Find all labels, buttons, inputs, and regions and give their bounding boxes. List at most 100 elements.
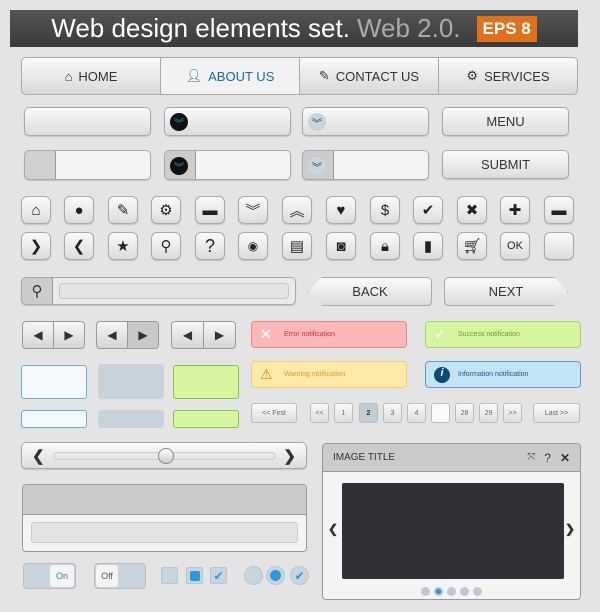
radio-checked[interactable]: ✔ — [290, 566, 309, 585]
home-icon[interactable]: ⌂ — [21, 196, 51, 224]
tab-services[interactable]: ⚙ SERVICES — [439, 58, 577, 94]
warning-notification: ⚠ Warning notification — [251, 361, 407, 388]
image-viewer-header: IMAGE TITLE ⤧ ? ✕ — [323, 444, 580, 472]
bar-chart-icon[interactable]: ▮ — [413, 232, 443, 260]
blank-button[interactable] — [24, 107, 151, 136]
double-chevron-down-icon[interactable]: ︾ — [238, 196, 268, 224]
carousel-dot[interactable] — [447, 587, 456, 596]
chevron-right-icon[interactable]: ❯ — [565, 522, 575, 536]
dropdown-dark[interactable]: ︾ — [164, 107, 291, 136]
search-icon[interactable]: ⚲ — [22, 282, 52, 300]
slider-handle[interactable] — [157, 448, 174, 464]
panel-input[interactable] — [31, 522, 298, 543]
help-icon[interactable]: ? — [544, 451, 551, 465]
chevron-left-icon[interactable]: ❮ — [32, 447, 45, 465]
dollar-icon[interactable]: $ — [370, 196, 400, 224]
user-icon: 👤︎ — [185, 68, 203, 83]
close-icon[interactable]: ✕ — [560, 451, 570, 465]
notification-text: Warning notification — [284, 371, 346, 378]
prev-arrow-button[interactable]: ◀ — [97, 322, 128, 348]
lock-icon[interactable]: 🔒︎ — [370, 232, 400, 260]
page-2-current[interactable]: 2 — [359, 403, 378, 423]
tab-about-us[interactable]: 👤︎ ABOUT US — [161, 58, 300, 94]
search-bar: ⚲ — [21, 277, 296, 305]
page-1[interactable]: 1 — [334, 403, 353, 423]
search-icon[interactable]: ⚲ — [151, 232, 181, 260]
check-icon: ✓ — [434, 326, 446, 342]
carousel-dot[interactable] — [460, 587, 469, 596]
radio-empty[interactable] — [244, 566, 263, 585]
star-icon[interactable]: ★ — [108, 232, 138, 260]
page-3[interactable]: 3 — [383, 403, 402, 423]
heart-icon[interactable]: ♥ — [326, 196, 356, 224]
printer-icon[interactable]: ▤ — [282, 232, 312, 260]
chevron-left-icon[interactable]: ❮ — [328, 522, 338, 536]
tab-home[interactable]: ⌂ HOME — [22, 58, 161, 94]
next-arrow-button[interactable]: ▶ — [128, 322, 158, 348]
search-input[interactable] — [59, 283, 289, 299]
plus-icon[interactable]: ✚ — [500, 196, 530, 224]
page-29[interactable]: 29 — [479, 403, 498, 423]
toggle-label: Off — [96, 565, 118, 587]
back-button[interactable]: BACK — [308, 277, 432, 306]
prev-arrow-button[interactable]: ◀ — [172, 322, 204, 348]
carousel-dot[interactable] — [473, 587, 482, 596]
help-icon[interactable]: ? — [195, 232, 225, 260]
gear-icon[interactable]: ⚙ — [151, 196, 181, 224]
chevron-right-icon[interactable]: ❯ — [21, 232, 51, 260]
dropdown-light[interactable]: ︾ — [302, 107, 429, 136]
page-blank[interactable] — [431, 403, 450, 423]
chat-icon[interactable]: ▬ — [195, 196, 225, 224]
checkbox-checked[interactable]: ✔ — [210, 567, 227, 584]
cart-icon[interactable]: 🛒︎ — [457, 232, 487, 260]
toggle-label: On — [50, 565, 74, 587]
tooltip-input-blue[interactable] — [21, 410, 87, 428]
next-arrow-button[interactable]: ▶ — [54, 322, 84, 348]
menu-button[interactable]: MENU — [442, 107, 569, 136]
tooltip-input-green[interactable] — [173, 410, 239, 428]
page-4[interactable]: 4 — [407, 403, 426, 423]
pencil-icon[interactable]: ✎ — [108, 196, 138, 224]
warning-icon: ⚠ — [260, 366, 273, 382]
page-last[interactable]: Last >> — [533, 403, 580, 423]
toggle-off[interactable]: Off — [94, 563, 146, 589]
next-arrow-button[interactable]: ▶ — [204, 322, 235, 348]
close-icon: ✕ — [260, 326, 272, 342]
chevron-left-icon[interactable]: ❮ — [64, 232, 94, 260]
double-chevron-down-icon: ︾ — [170, 157, 188, 175]
page-next[interactable]: >> — [503, 403, 522, 423]
carousel-dot[interactable] — [434, 587, 443, 596]
double-chevron-up-icon[interactable]: ︽ — [282, 196, 312, 224]
tab-contact-us[interactable]: ✎ CONTACT US — [300, 58, 439, 94]
user-icon[interactable]: ● — [64, 196, 94, 224]
ok-button[interactable]: OK — [500, 232, 530, 260]
next-button[interactable]: NEXT — [444, 277, 568, 306]
carousel-dot[interactable] — [421, 587, 430, 596]
toggle-on[interactable]: On — [23, 563, 76, 589]
page-28[interactable]: 28 — [455, 403, 474, 423]
panel-header — [23, 485, 306, 515]
close-icon[interactable]: ✖ — [457, 196, 487, 224]
minus-icon[interactable]: ▬ — [544, 196, 574, 224]
page-first[interactable]: << First — [251, 403, 297, 423]
dropdown-dark-2[interactable]: ︾ — [164, 150, 291, 180]
select-field[interactable] — [24, 150, 151, 180]
chevron-right-icon[interactable]: ❯ — [283, 447, 296, 465]
blank-icon-button[interactable] — [544, 232, 574, 260]
gear-icon: ⚙ — [466, 68, 479, 83]
fullscreen-icon[interactable]: ⤧ — [527, 452, 535, 463]
notification-text: Information notification — [458, 371, 529, 378]
check-icon[interactable]: ✔ — [413, 196, 443, 224]
dropdown-light-2[interactable]: ︾ — [302, 150, 429, 180]
rss-icon[interactable]: ◉ — [238, 232, 268, 260]
tooltip-input-gray[interactable] — [98, 410, 164, 428]
checkbox-empty[interactable] — [161, 567, 178, 584]
camera-icon[interactable]: ◙ — [326, 232, 356, 260]
eps-badge: EPS 8 — [476, 15, 537, 42]
prev-arrow-button[interactable]: ◀ — [23, 322, 54, 348]
radio-selected[interactable] — [266, 566, 285, 585]
page-prev[interactable]: << — [310, 403, 329, 423]
submit-button[interactable]: SUBMIT — [442, 150, 569, 179]
checkbox-filled[interactable] — [186, 567, 203, 584]
info-icon: i — [434, 366, 450, 383]
